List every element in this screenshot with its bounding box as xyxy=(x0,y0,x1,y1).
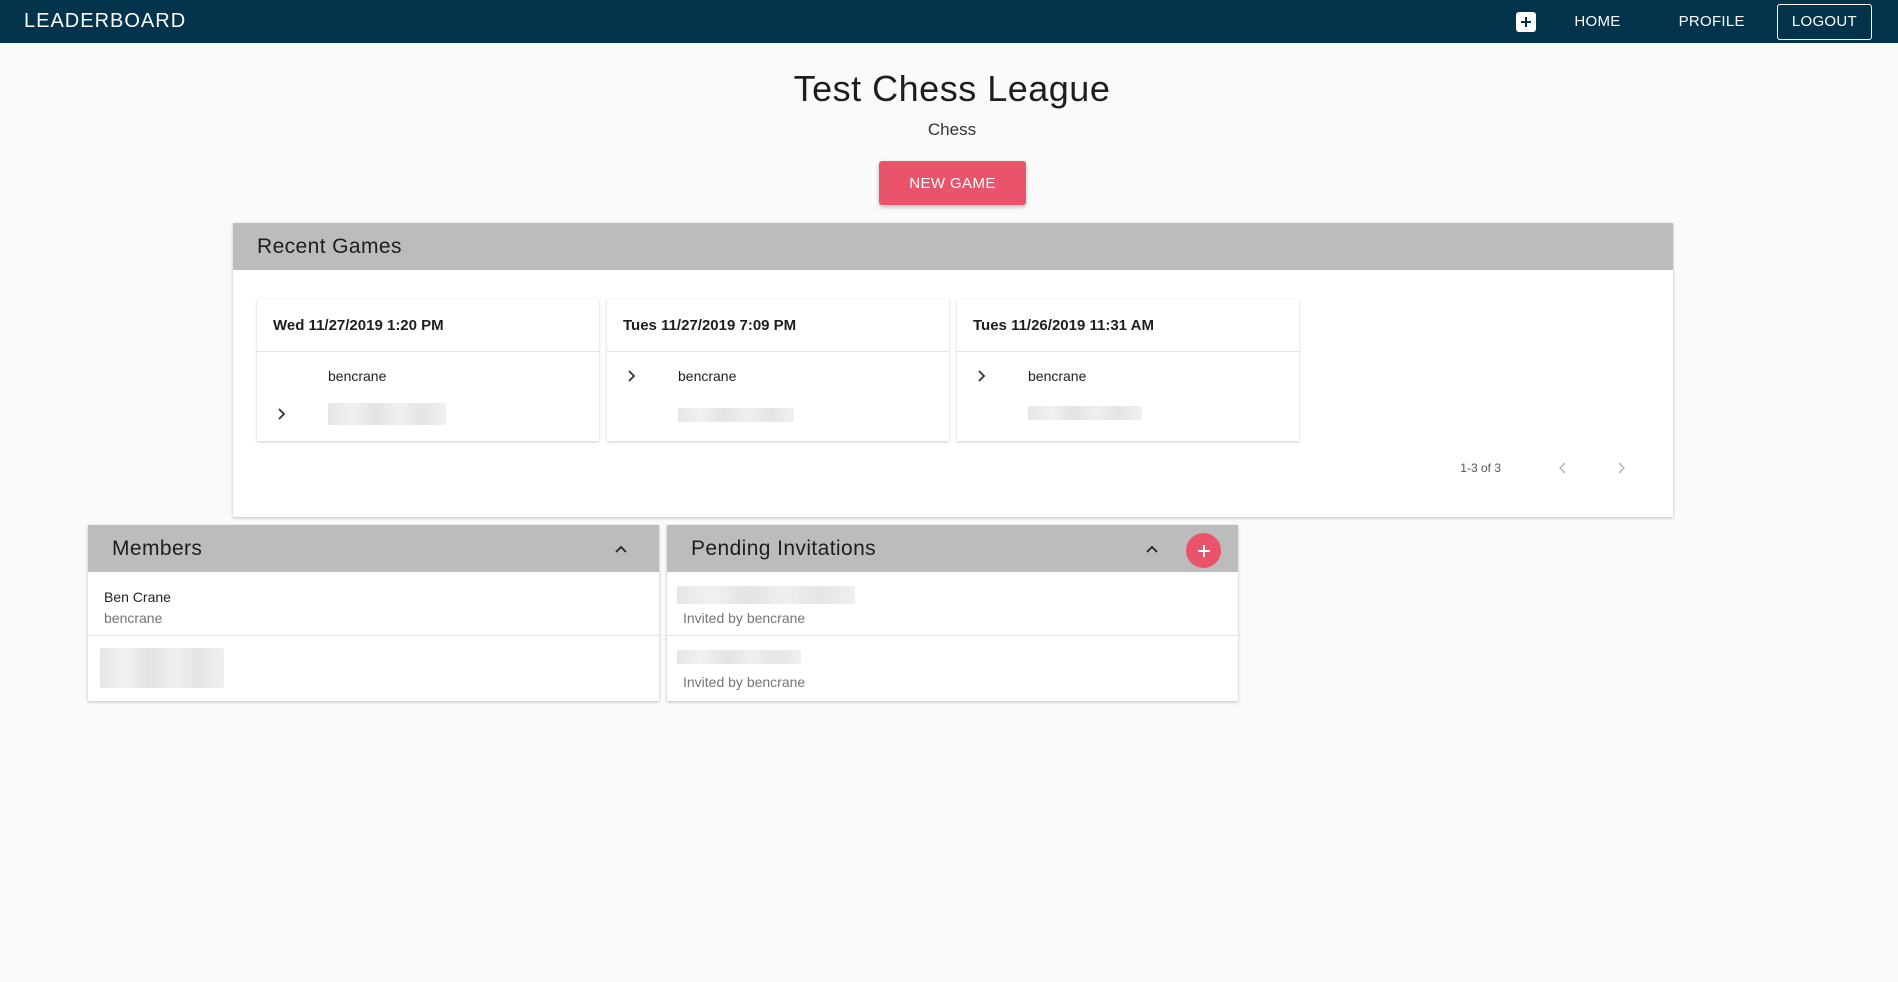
new-game-button[interactable]: NEW GAME xyxy=(879,161,1026,205)
invitation-item[interactable]: Invited by bencrane xyxy=(667,572,1238,636)
player-row: bencrane xyxy=(957,362,1299,390)
league-game-type: Chess xyxy=(927,120,977,139)
members-header: Members xyxy=(88,525,659,572)
add-league-button[interactable] xyxy=(1516,11,1537,32)
game-card[interactable]: Tues 11/27/2019 7:09 PM bencrane xyxy=(607,299,949,441)
invited-by: Invited by bencrane xyxy=(683,674,806,690)
recent-games-header: Recent Games xyxy=(233,223,1673,270)
pagination-count: 1-3 of 3 xyxy=(1460,461,1501,475)
page-title: Test Chess League xyxy=(793,68,1111,109)
member-item[interactable] xyxy=(88,636,659,700)
member-item[interactable]: Ben Crane bencrane xyxy=(88,572,659,636)
app-bar: LEADERBOARD HOME PROFILE LOGOUT xyxy=(0,0,1898,43)
invitation-item[interactable]: Invited by bencrane xyxy=(667,636,1238,700)
game-card[interactable]: Wed 11/27/2019 1:20 PM bencrane xyxy=(257,299,599,441)
invitations-panel: Pending Invitations Invited by bencrane … xyxy=(667,525,1238,701)
player-row: bencrane xyxy=(607,362,949,390)
logout-button[interactable]: LOGOUT xyxy=(1776,3,1872,40)
member-name: Ben Crane xyxy=(104,589,171,605)
invited-by: Invited by bencrane xyxy=(683,610,806,626)
redacted-player-name xyxy=(1028,406,1142,420)
player-row xyxy=(607,400,949,428)
player-name: bencrane xyxy=(678,368,737,384)
previous-page-button[interactable] xyxy=(1551,456,1575,480)
add-invitation-button[interactable] xyxy=(1186,533,1221,568)
recent-games-panel: Recent Games Wed 11/27/2019 1:20 PM benc… xyxy=(233,223,1673,517)
chevron-right-icon xyxy=(275,407,289,421)
chevron-up-icon xyxy=(615,545,627,553)
chevron-up-icon xyxy=(1146,545,1158,553)
player-row xyxy=(957,400,1299,428)
plus-icon xyxy=(1197,544,1210,557)
chevron-left-icon xyxy=(1558,462,1566,474)
game-date: Tues 11/27/2019 7:09 PM xyxy=(607,299,949,352)
player-name: bencrane xyxy=(328,368,387,384)
game-date: Tues 11/26/2019 11:31 AM xyxy=(957,299,1299,352)
chevron-right-icon xyxy=(1618,462,1626,474)
game-card[interactable]: Tues 11/26/2019 11:31 AM bencrane xyxy=(957,299,1299,441)
nav-profile-link[interactable]: PROFILE xyxy=(1679,13,1745,30)
next-page-button[interactable] xyxy=(1609,456,1633,480)
invitations-header: Pending Invitations xyxy=(667,525,1238,572)
brand-logo[interactable]: LEADERBOARD xyxy=(24,10,186,33)
redacted-player-name xyxy=(328,403,446,425)
invitations-collapse-button[interactable] xyxy=(1140,537,1164,561)
player-name: bencrane xyxy=(1028,368,1087,384)
invitations-title: Pending Invitations xyxy=(691,536,877,560)
plus-square-icon xyxy=(1521,16,1532,27)
player-row xyxy=(257,400,599,428)
chevron-right-icon xyxy=(975,369,989,383)
game-date: Wed 11/27/2019 1:20 PM xyxy=(257,299,599,352)
redacted-member xyxy=(100,648,224,688)
pagination: 1-3 of 3 xyxy=(1460,456,1633,480)
chevron-right-icon xyxy=(625,369,639,383)
nav-home-link[interactable]: HOME xyxy=(1574,13,1620,30)
redacted-player-name xyxy=(678,408,794,422)
nav-actions: HOME PROFILE LOGOUT xyxy=(1516,0,1872,43)
player-row: bencrane xyxy=(257,362,599,390)
member-username: bencrane xyxy=(104,610,163,626)
members-title: Members xyxy=(112,536,203,560)
redacted-invite-email xyxy=(677,586,855,604)
members-panel: Members Ben Crane bencrane xyxy=(88,525,659,701)
redacted-invite-email xyxy=(677,650,801,664)
members-collapse-button[interactable] xyxy=(609,537,633,561)
